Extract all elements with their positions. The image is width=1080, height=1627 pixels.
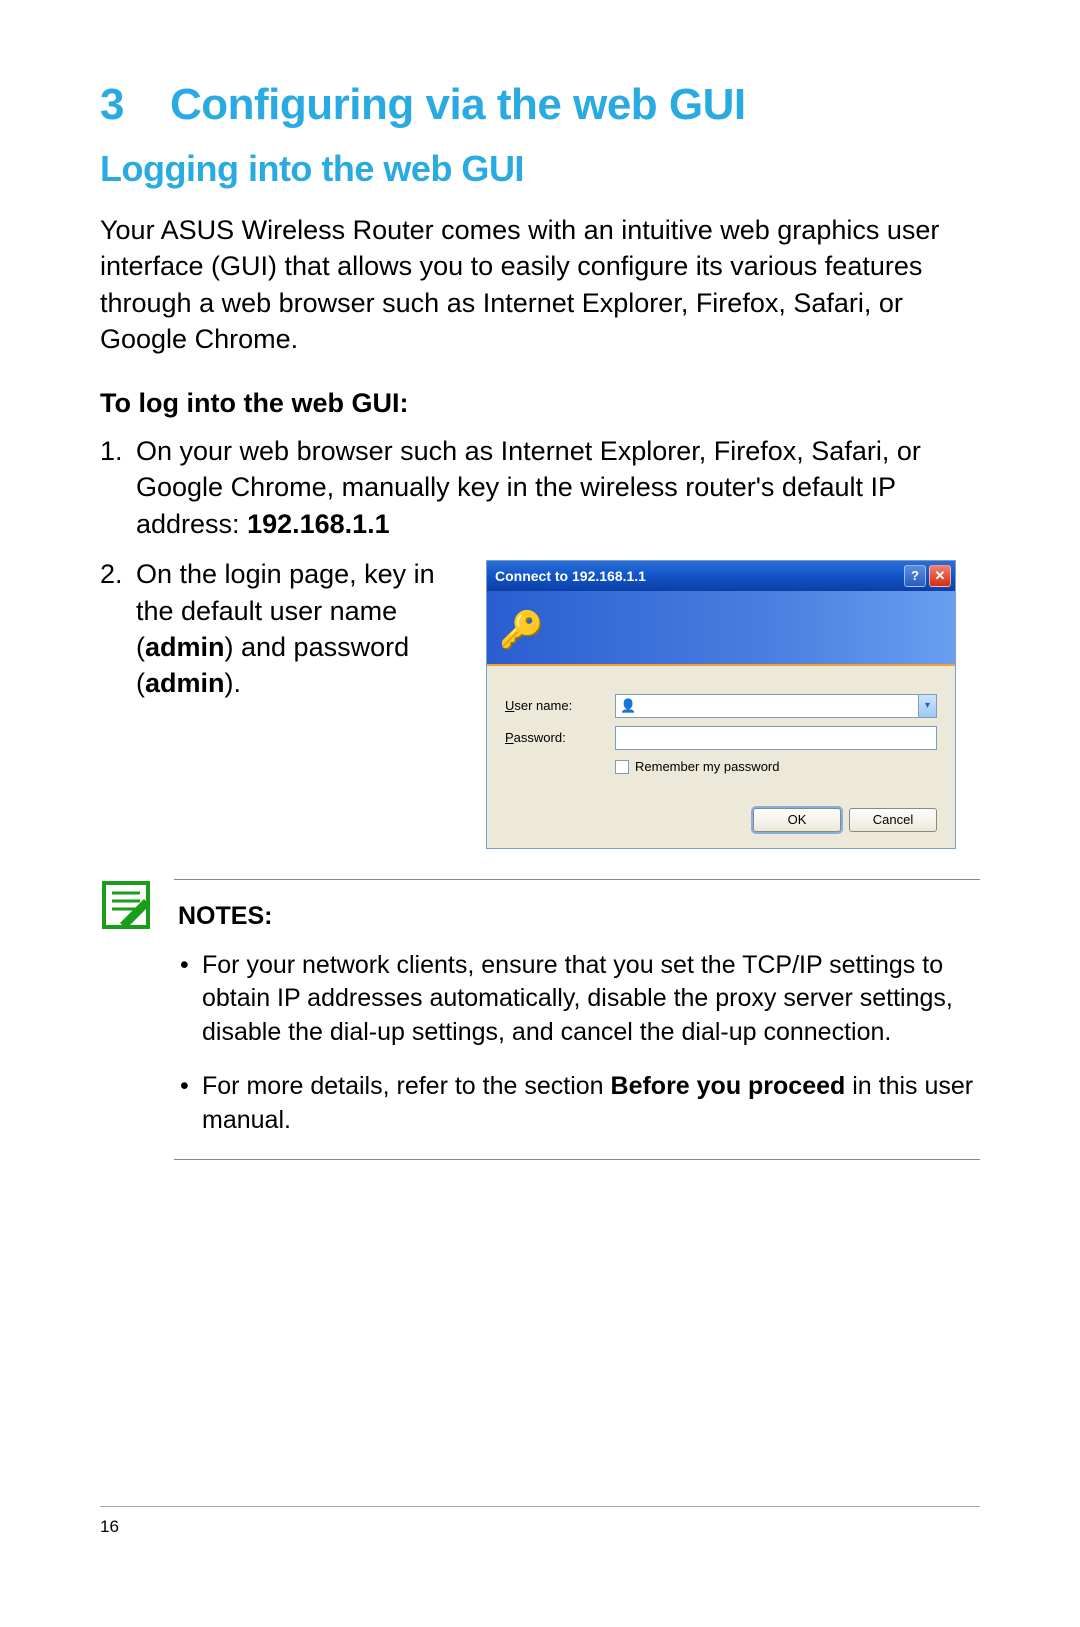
login-dialog: Connect to 192.168.1.1 ? ✕ User name: bbox=[486, 560, 956, 849]
username-combo[interactable]: 👤 ▾ bbox=[615, 694, 937, 718]
section-heading: Logging into the web GUI bbox=[100, 148, 980, 190]
step-1-ip: 192.168.1.1 bbox=[247, 509, 390, 539]
notes-bullet-1: For your network clients, ensure that yo… bbox=[178, 949, 976, 1050]
notes-bullet-2: For more details, refer to the section B… bbox=[178, 1070, 976, 1138]
step-number: 2. bbox=[100, 556, 123, 592]
steps-list: 1. On your web browser such as Internet … bbox=[100, 433, 980, 849]
username-label: User name: bbox=[505, 697, 615, 715]
remember-label: Remember my password bbox=[635, 758, 780, 776]
notes-block: NOTES: For your network clients, ensure … bbox=[100, 879, 980, 1161]
keys-icon bbox=[499, 606, 543, 650]
dialog-titlebar[interactable]: Connect to 192.168.1.1 ? ✕ bbox=[487, 561, 955, 591]
username-row: User name: 👤 ▾ bbox=[505, 694, 937, 718]
chapter-heading: 3Configuring via the web GUI bbox=[100, 80, 980, 130]
cancel-button[interactable]: Cancel bbox=[849, 808, 937, 832]
step-2-bold-a: admin bbox=[145, 632, 225, 662]
password-label: Password: bbox=[505, 729, 615, 747]
notes-icon bbox=[100, 879, 152, 1161]
step-1: 1. On your web browser such as Internet … bbox=[136, 433, 980, 542]
close-button[interactable]: ✕ bbox=[929, 565, 951, 587]
step-2-bold-b: admin bbox=[145, 668, 225, 698]
chapter-number: 3 bbox=[100, 80, 170, 130]
help-button[interactable]: ? bbox=[904, 565, 926, 587]
footer-rule bbox=[100, 1506, 980, 1507]
ok-button[interactable]: OK bbox=[753, 808, 841, 832]
intro-paragraph: Your ASUS Wireless Router comes with an … bbox=[100, 212, 980, 358]
steps-heading: To log into the web GUI: bbox=[100, 388, 980, 419]
chevron-down-icon[interactable]: ▾ bbox=[918, 695, 936, 717]
password-field[interactable] bbox=[615, 726, 937, 750]
step-2-text-c: ). bbox=[225, 668, 242, 698]
password-row: Password: bbox=[505, 726, 937, 750]
remember-checkbox[interactable] bbox=[615, 760, 629, 774]
step-2: 2. On the login page, key in the default… bbox=[136, 556, 980, 849]
person-icon: 👤 bbox=[620, 697, 636, 715]
page-number: 16 bbox=[100, 1517, 119, 1537]
dialog-title: Connect to 192.168.1.1 bbox=[495, 567, 646, 586]
step-number: 1. bbox=[100, 433, 123, 469]
chapter-title: Configuring via the web GUI bbox=[170, 80, 746, 129]
notes-heading: NOTES: bbox=[178, 902, 976, 931]
remember-row[interactable]: Remember my password bbox=[615, 758, 937, 776]
dialog-banner bbox=[487, 591, 955, 666]
